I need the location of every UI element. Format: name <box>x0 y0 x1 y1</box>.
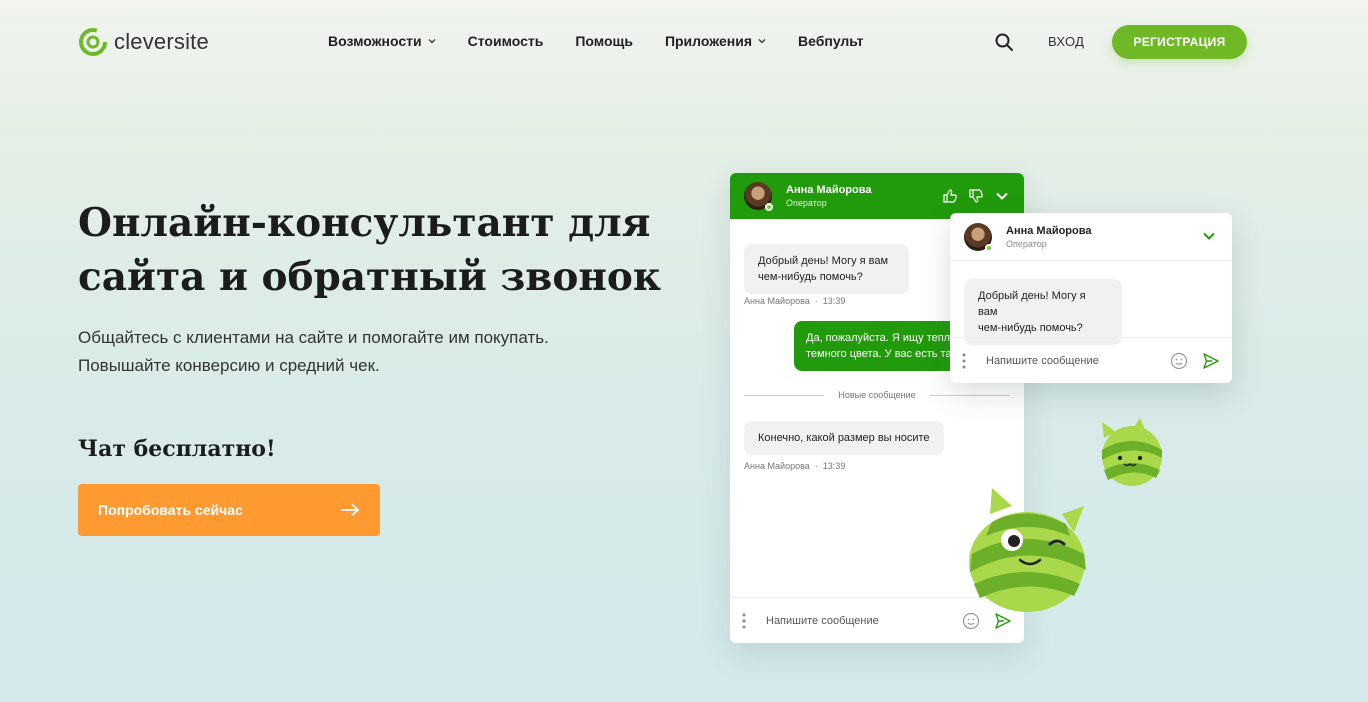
message-text-line: чем-нибудь помочь? <box>978 322 1083 334</box>
chat-widget-mini: Анна Майорова Оператор Добрый день! Могу… <box>950 213 1232 383</box>
nav-item-features[interactable]: Возможности <box>328 33 436 49</box>
chevron-down-icon <box>758 39 766 44</box>
operator-avatar <box>744 182 773 211</box>
arrow-right-icon <box>341 503 360 517</box>
chevron-down-icon <box>428 39 436 44</box>
message-input[interactable]: Напишите сообщение <box>766 615 948 627</box>
online-status-dot <box>765 203 773 211</box>
thumbs-down-icon[interactable] <box>968 188 984 204</box>
message-text-line: Да, пожалуйста. Я ищу теплую <box>806 332 964 344</box>
chevron-down-icon[interactable] <box>1202 231 1216 241</box>
operator-name: Анна Майорова <box>1006 224 1092 237</box>
search-icon[interactable] <box>994 32 1014 52</box>
hero-title-line: Онлайн-консультант для <box>78 200 651 246</box>
cleversite-logo-icon <box>79 28 107 56</box>
online-status-dot <box>985 243 993 252</box>
message-text-line: чем-нибудь помочь? <box>758 271 863 283</box>
operator-avatar <box>964 222 993 252</box>
message-meta: Анна Майорова · 13:39 <box>744 296 846 306</box>
login-link[interactable]: ВХОД <box>1048 34 1084 49</box>
nav-item-label: Помощь <box>575 33 633 49</box>
hero-subtitle-line: Общайтесь с клиентами на сайте и помогай… <box>78 328 549 347</box>
chevron-down-icon[interactable] <box>994 188 1010 204</box>
message-meta: Анна Майорова · 13:39 <box>744 461 846 471</box>
operator-info: Анна Майорова Оператор <box>786 184 871 208</box>
nav-item-label: Стоимость <box>467 33 544 49</box>
nav-item-pricing[interactable]: Стоимость <box>468 33 544 49</box>
nav-item-help[interactable]: Помощь <box>575 33 633 49</box>
nav-item-webpult[interactable]: Вебпульт <box>798 33 864 49</box>
message-author: Анна Майорова <box>744 461 810 471</box>
emoji-icon[interactable] <box>1170 352 1188 370</box>
emoji-icon[interactable] <box>962 612 980 630</box>
operator-message: Конечно, какой размер вы носите <box>744 421 944 455</box>
chat-header-actions <box>942 188 1010 204</box>
chat-input-bar: Напишите сообщение <box>950 337 1232 383</box>
nav-item-label: Возможности <box>328 33 422 49</box>
message-text-line: Добрый день! Могу я вам <box>758 255 889 267</box>
hero-subtitle: Общайтесь с клиентами на сайте и помогай… <box>78 324 638 380</box>
send-icon[interactable] <box>994 612 1012 630</box>
free-chat-label: Чат бесплатно! <box>78 436 276 462</box>
site-header: cleversite Возможности Стоимость Помощь … <box>0 0 1368 84</box>
logo[interactable]: cleversite <box>78 27 209 57</box>
operator-role: Оператор <box>1006 238 1047 249</box>
hero-subtitle-line: Повышайте конверсию и средний чек. <box>78 356 380 375</box>
message-time: 13:39 <box>822 296 846 306</box>
mascot-large-illustration <box>969 488 1086 612</box>
thumbs-up-icon[interactable] <box>942 188 958 204</box>
try-now-button[interactable]: Попробовать сейчас <box>78 484 380 536</box>
try-now-label: Попробовать сейчас <box>98 502 243 518</box>
new-messages-divider: Новые сообщение <box>744 390 1010 400</box>
divider-label: Новые сообщение <box>838 390 916 400</box>
chat-header: Анна Майорова Оператор <box>950 213 1232 261</box>
message-text-line: темного цвета. У вас есть така <box>806 348 963 360</box>
operator-message: Добрый день! Могу я вам чем-нибудь помоч… <box>964 279 1122 345</box>
register-button[interactable]: РЕГИСТРАЦИЯ <box>1112 25 1247 59</box>
divider-line <box>744 394 825 396</box>
message-text-line: Добрый день! Могу я вам <box>978 290 1086 318</box>
message-author: Анна Майорова <box>744 296 810 306</box>
nav-item-label: Приложения <box>664 33 752 49</box>
divider-line <box>929 394 1010 396</box>
operator-message: Добрый день! Могу я вам чем-нибудь помоч… <box>744 244 909 294</box>
message-time: 13:39 <box>822 461 846 471</box>
operator-info: Анна Майорова Оператор <box>1006 225 1091 249</box>
nav-item-apps[interactable]: Приложения <box>665 33 766 49</box>
more-options-icon[interactable] <box>962 353 966 369</box>
more-options-icon[interactable] <box>742 613 746 629</box>
hero-title-line: сайта и обратный звонок <box>78 254 662 300</box>
message-input[interactable]: Напишите сообщение <box>986 355 1156 367</box>
operator-name: Анна Майорова <box>786 184 872 196</box>
hero-title: Онлайн-консультант для сайта и обратный … <box>78 196 698 304</box>
logo-text: cleversite <box>114 29 209 54</box>
mascot-small-illustration <box>1102 418 1162 486</box>
send-icon[interactable] <box>1202 352 1220 370</box>
nav-item-label: Вебпульт <box>798 33 864 49</box>
operator-role: Оператор <box>786 198 827 208</box>
main-nav: Возможности Стоимость Помощь Приложения … <box>328 33 896 49</box>
